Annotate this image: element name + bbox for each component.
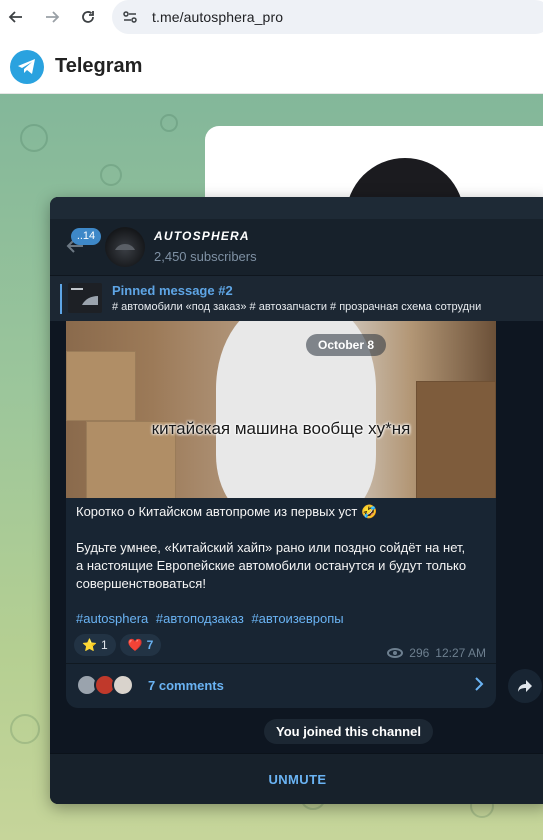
channel-name[interactable]: AUTOSPHERA: [154, 229, 250, 243]
url-text[interactable]: t.me/autosphera_pro: [152, 9, 283, 25]
channel-avatar[interactable]: [105, 227, 145, 267]
date-pill: October 8: [306, 334, 387, 356]
share-button[interactable]: [508, 669, 542, 703]
share-icon: [518, 680, 532, 692]
subscriber-count: 2,450 subscribers: [154, 249, 257, 264]
hashtag-list: #autosphera #автоподзаказ #автоизевропы: [76, 611, 348, 626]
pinned-thumbnail: [68, 283, 102, 313]
telegram-logo-icon[interactable]: [10, 50, 44, 84]
hashtag-link[interactable]: #autosphera: [76, 611, 148, 626]
chevron-right-icon: [474, 676, 484, 697]
channel-header[interactable]: ..14 AUTOSPHERA 2,450 subscribers: [50, 219, 543, 275]
post-time: 12:27 AM: [435, 646, 486, 660]
heart-icon: ❤️: [127, 638, 143, 652]
video-caption: китайская машина вообще ху*ня: [151, 419, 411, 438]
pinned-message-bar[interactable]: Pinned message #2 # автомобили «под зака…: [50, 275, 543, 321]
window-top-strip: [50, 197, 543, 219]
post-line: совершенствоваться!: [76, 576, 206, 591]
footer-bar: UNMUTE: [50, 753, 543, 804]
message-list[interactable]: October 8 китайская машина вообще ху*ня …: [50, 321, 543, 753]
view-count: 296: [409, 646, 430, 660]
channel-post[interactable]: October 8 китайская машина вообще ху*ня …: [66, 321, 496, 708]
forward-arrow-icon[interactable]: [40, 5, 64, 29]
unread-badge: ..14: [71, 228, 101, 245]
channel-window: ..14 AUTOSPHERA 2,450 subscribers Pinned…: [50, 197, 543, 804]
post-line: Будьте умнее, «Китайский хайп» рано или …: [76, 540, 466, 555]
post-text: Коротко о Китайском автопроме из первых …: [76, 503, 486, 593]
reaction-count: 7: [146, 638, 154, 652]
site-info-icon[interactable]: [118, 5, 142, 29]
reactions: ⭐ 1 ❤️ 7: [74, 634, 162, 656]
pinned-indicator: [60, 284, 62, 314]
service-message: You joined this channel: [264, 719, 433, 744]
comments-label: 7 comments: [148, 678, 224, 693]
hashtag-link[interactable]: #автоизевропы: [251, 611, 343, 626]
post-line: а настоящие Европейские автомобили остан…: [76, 558, 467, 573]
address-bar[interactable]: t.me/autosphera_pro: [112, 0, 543, 34]
eye-icon: [387, 648, 404, 658]
reaction-heart[interactable]: ❤️ 7: [119, 634, 162, 656]
browser-toolbar: t.me/autosphera_pro: [0, 0, 543, 38]
site-header: Telegram: [0, 38, 543, 94]
reaction-star[interactable]: ⭐ 1: [74, 634, 116, 656]
star-icon: ⭐: [82, 638, 97, 652]
reaction-count: 1: [100, 638, 108, 652]
post-video[interactable]: October 8 китайская машина вообще ху*ня: [66, 321, 496, 498]
post-line: Коротко о Китайском автопроме из первых …: [76, 504, 378, 519]
post-line: [76, 521, 486, 539]
pinned-title: Pinned message #2: [112, 283, 233, 298]
post-meta: 296 12:27 AM: [387, 646, 486, 660]
back-arrow-icon[interactable]: [4, 5, 28, 29]
unmute-button[interactable]: UNMUTE: [268, 772, 326, 787]
reload-icon[interactable]: [76, 5, 100, 29]
comments-button[interactable]: 7 comments: [66, 663, 496, 708]
hashtag-link[interactable]: #автоподзаказ: [156, 611, 244, 626]
commenter-avatar: [112, 674, 134, 696]
site-title[interactable]: Telegram: [55, 55, 142, 78]
pinned-text: # автомобили «под заказ» # автозапчасти …: [112, 301, 482, 313]
